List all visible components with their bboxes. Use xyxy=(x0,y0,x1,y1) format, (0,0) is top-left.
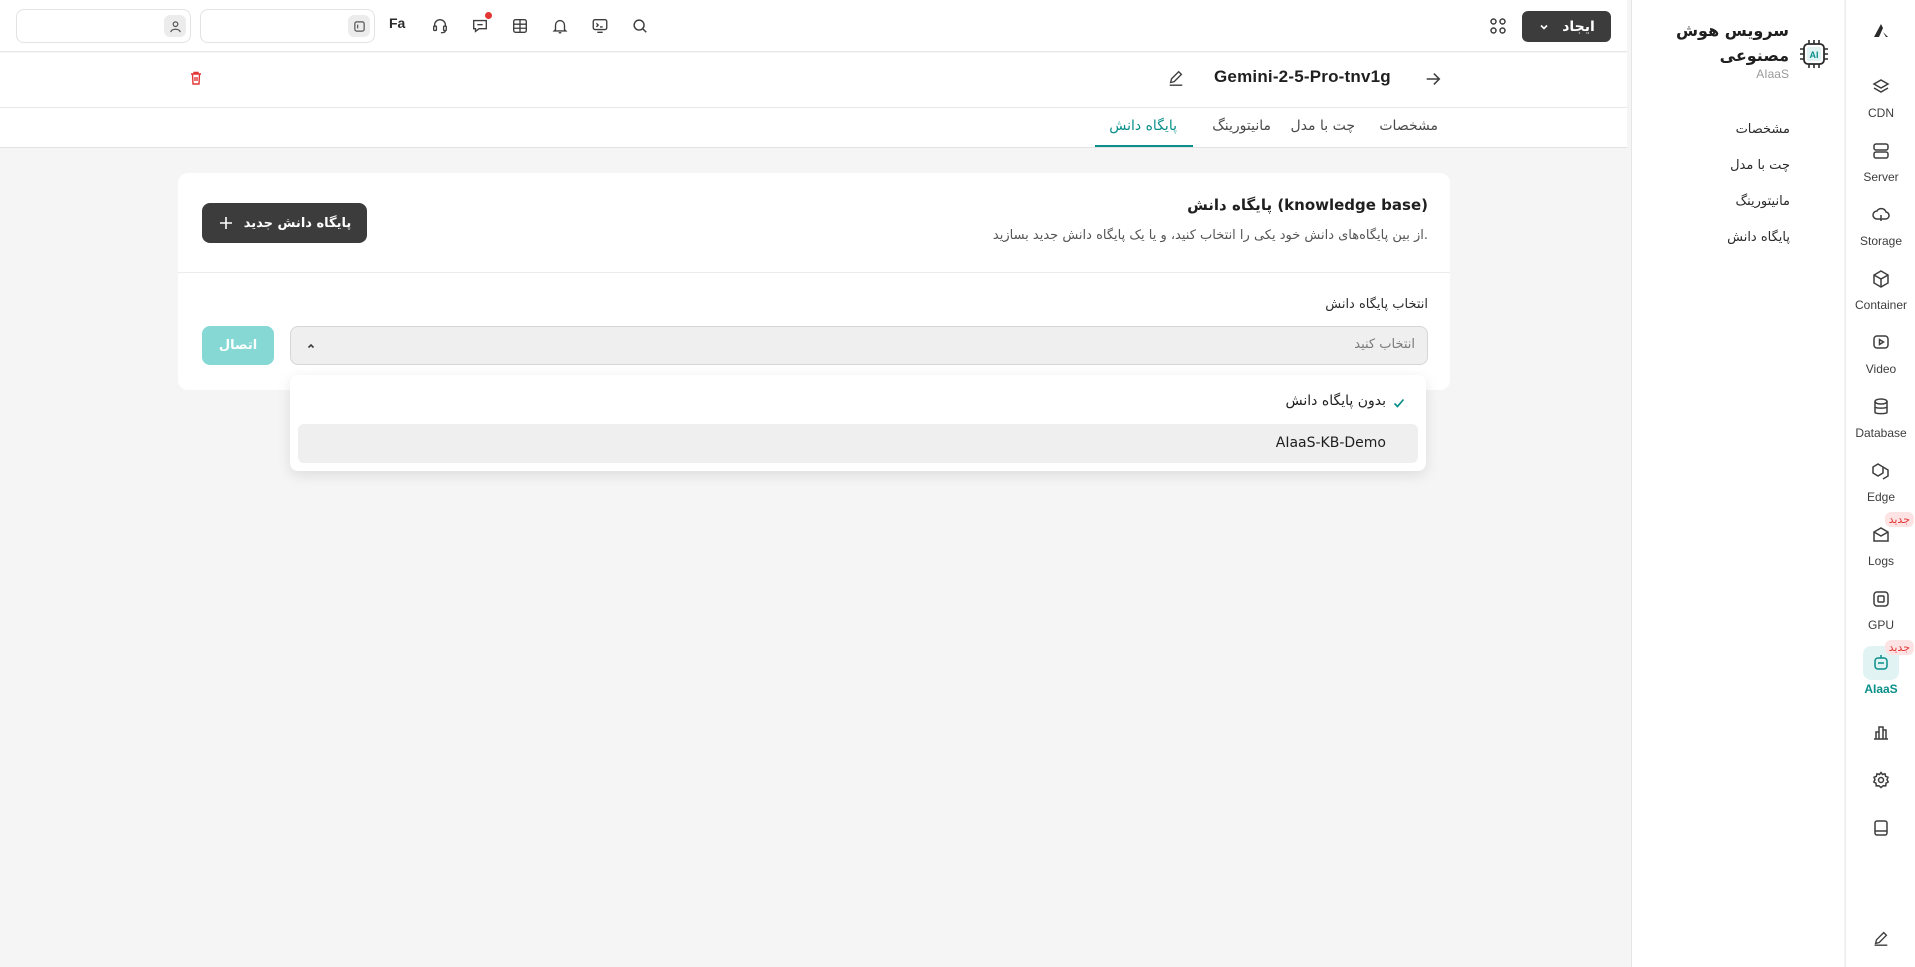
option-label: بدون پایگاه دانش xyxy=(1285,393,1386,409)
knowledge-base-select[interactable]: انتخاب کنید xyxy=(290,326,1428,365)
video-icon xyxy=(1863,326,1899,360)
connect-button[interactable]: اتصال xyxy=(202,326,274,365)
create-button[interactable]: ایجاد xyxy=(1522,11,1611,42)
rail-item-logs[interactable]: جدید Logs xyxy=(1846,512,1915,578)
user-icon xyxy=(164,15,186,37)
dropdown-option-no-kb[interactable]: بدون پایگاه دانش xyxy=(298,382,1418,421)
option-label: AIaaS-KB-Demo xyxy=(1275,435,1386,451)
edge-icon xyxy=(1863,454,1899,488)
knowledge-base-dropdown: بدون پایگاه دانش AIaaS-KB-Demo xyxy=(290,375,1426,471)
new-badge: جدید xyxy=(1884,512,1914,527)
sidebar-item-monitoring[interactable]: مانیتورینگ xyxy=(1735,194,1790,209)
chat-icon[interactable] xyxy=(467,12,493,39)
ai-logo-text: AI xyxy=(1810,50,1819,60)
tab-chat[interactable]: چت با مدل xyxy=(1291,118,1355,134)
chevron-up-icon xyxy=(305,340,317,352)
main-rail: CDN Server Storage Container Video Datab… xyxy=(1845,0,1915,967)
rail-item-container[interactable]: Container xyxy=(1846,262,1915,322)
service-sidebar: AI سرویس هوش مصنوعی AIaaS مشخصات چت با م… xyxy=(1631,0,1844,967)
rail-item-gpu[interactable]: GPU xyxy=(1846,582,1915,642)
language-switch[interactable]: Fa xyxy=(389,15,405,31)
tab-knowledge-base[interactable]: پایگاه دانش xyxy=(1109,118,1177,134)
account-field[interactable] xyxy=(16,9,191,43)
brand-logo-icon[interactable] xyxy=(1869,18,1893,42)
bell-icon[interactable] xyxy=(547,13,573,39)
rail-item-label: Database xyxy=(1855,426,1907,440)
container-icon xyxy=(1863,262,1899,296)
card-divider xyxy=(178,272,1450,273)
edit-title-icon[interactable] xyxy=(1167,69,1185,87)
create-label: ایجاد xyxy=(1562,18,1595,35)
panel-icon[interactable] xyxy=(1846,811,1915,845)
tab-monitoring[interactable]: مانیتورینگ xyxy=(1212,118,1271,134)
service-subtitle: AIaaS xyxy=(1756,67,1789,81)
database-icon xyxy=(1863,390,1899,424)
rail-item-video[interactable]: Video xyxy=(1846,326,1915,386)
tab-bar: مشخصات چت با مدل مانیتورینگ پایگاه دانش xyxy=(0,108,1627,148)
rail-item-storage[interactable]: Storage xyxy=(1846,198,1915,258)
back-arrow-icon[interactable] xyxy=(1424,70,1442,88)
select-placeholder: انتخاب کنید xyxy=(1354,337,1415,352)
shortcut-icon xyxy=(348,15,370,37)
settings-icon[interactable] xyxy=(1846,763,1915,797)
ai-chip-icon: AI xyxy=(1798,38,1830,70)
rail-item-label: Container xyxy=(1854,298,1908,312)
page-header: Gemini-2-5-Pro-tnv1g xyxy=(0,53,1627,108)
support-icon[interactable] xyxy=(427,13,453,39)
sidebar-item-knowledge-base[interactable]: پایگاه دانش xyxy=(1727,230,1790,245)
storage-icon xyxy=(1863,198,1899,232)
sidebar-item-chat[interactable]: چت با مدل xyxy=(1730,158,1790,173)
search-field[interactable] xyxy=(200,9,375,43)
kb-title: پایگاه دانش (knowledge base) xyxy=(1187,196,1428,214)
rail-item-label: GPU xyxy=(1867,618,1894,632)
rail-item-label: CDN xyxy=(1868,106,1894,120)
server-icon xyxy=(1863,134,1899,168)
select-label: انتخاب پایگاه دانش xyxy=(1325,297,1428,312)
rail-item-label: Storage xyxy=(1859,234,1903,248)
rail-item-aiaas[interactable]: جدید AIaaS xyxy=(1846,640,1915,706)
table-icon[interactable] xyxy=(507,13,533,39)
page-title: Gemini-2-5-Pro-tnv1g xyxy=(1214,67,1391,86)
apps-grid-icon[interactable] xyxy=(1485,13,1511,39)
tab-specs[interactable]: مشخصات xyxy=(1379,118,1438,134)
stats-icon[interactable] xyxy=(1846,715,1915,749)
rail-item-database[interactable]: Database xyxy=(1846,390,1915,450)
kb-description: از بین پایگاه‌های دانش خود یکی را انتخاب… xyxy=(992,228,1428,243)
dropdown-option-kb-demo[interactable]: AIaaS-KB-Demo xyxy=(298,424,1418,463)
delete-icon[interactable] xyxy=(188,70,204,86)
new-badge: جدید xyxy=(1884,640,1914,655)
plus-icon xyxy=(219,217,232,229)
new-kb-label: پایگاه دانش جدید xyxy=(243,215,352,231)
rail-item-cdn[interactable]: CDN xyxy=(1846,70,1915,130)
top-bar: Fa ایجاد xyxy=(0,0,1627,52)
rail-item-label: AIaaS xyxy=(1864,682,1898,696)
new-knowledge-base-button[interactable]: پایگاه دانش جدید xyxy=(202,203,367,243)
check-icon xyxy=(1392,396,1406,410)
search-icon[interactable] xyxy=(627,13,653,39)
rail-item-label: Logs xyxy=(1867,554,1895,568)
notification-dot xyxy=(485,12,492,19)
sidebar-item-specs[interactable]: مشخصات xyxy=(1736,122,1790,137)
rail-item-label: Video xyxy=(1865,362,1897,376)
knowledge-base-card: پایگاه دانش (knowledge base) از بین پایگ… xyxy=(178,173,1450,390)
service-title: سرویس هوش مصنوعی xyxy=(1675,21,1789,65)
edit-icon[interactable] xyxy=(1846,921,1915,955)
rail-item-server[interactable]: Server xyxy=(1846,134,1915,194)
rail-item-edge[interactable]: Edge xyxy=(1846,454,1915,514)
rail-item-label: Edge xyxy=(1866,490,1896,504)
cdn-icon xyxy=(1863,70,1899,104)
chevron-down-icon xyxy=(1540,24,1548,30)
active-tab-indicator xyxy=(1095,145,1193,147)
rail-item-label: Server xyxy=(1863,170,1899,184)
gpu-icon xyxy=(1863,582,1899,616)
terminal-icon[interactable] xyxy=(587,13,613,39)
